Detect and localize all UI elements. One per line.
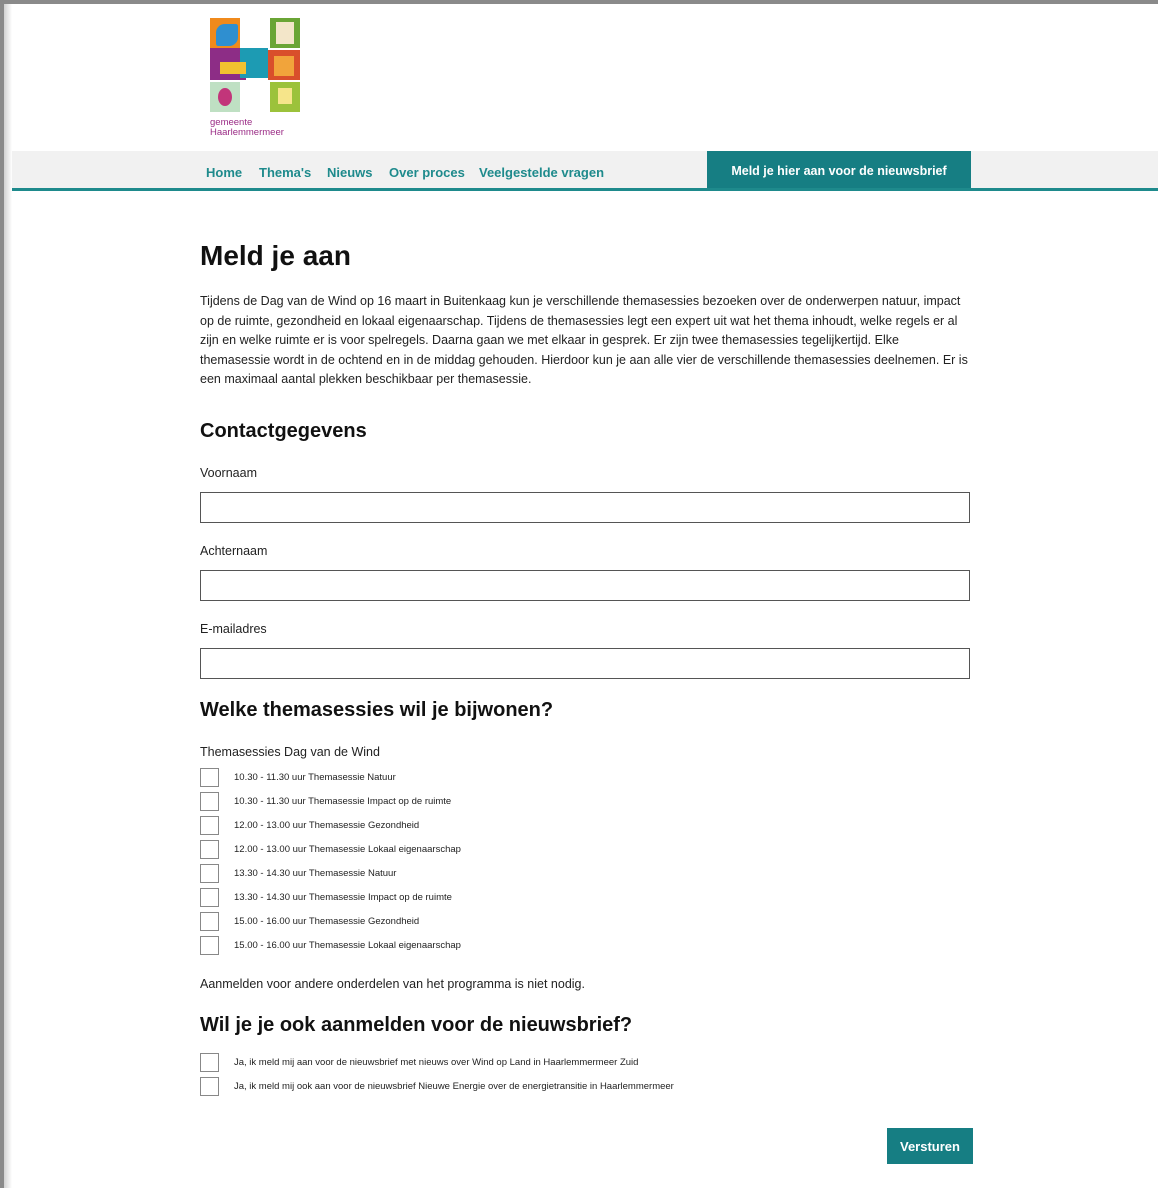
session-option-label: 12.00 - 13.00 uur Themasessie Gezondheid (234, 820, 420, 831)
last-name-input[interactable] (200, 570, 970, 601)
session-checkbox[interactable] (200, 792, 219, 811)
logo-emblem (210, 18, 302, 112)
logo-tile-yellow (220, 62, 246, 74)
first-name-input[interactable] (200, 492, 970, 523)
logo-tile-wheat (274, 56, 294, 76)
email-label: E-mailadres (200, 622, 267, 636)
sessions-group-label: Themasessies Dag van de Wind (200, 745, 380, 759)
nav-item-veelgestelde-vragen[interactable]: Veelgestelde vragen (479, 165, 604, 180)
session-option-label: 12.00 - 13.00 uur Themasessie Lokaal eig… (234, 844, 461, 855)
nav-item-home[interactable]: Home (206, 165, 242, 180)
intro-text: Tijdens de Dag van de Wind op 16 maart i… (200, 294, 968, 386)
session-option-label: 10.30 - 11.30 uur Themasessie Natuur (234, 772, 396, 783)
session-checkbox[interactable] (200, 840, 219, 859)
logo-tile-cream (276, 22, 294, 44)
session-option-label: 15.00 - 16.00 uur Themasessie Lokaal eig… (234, 940, 461, 951)
first-name-label: Voornaam (200, 466, 257, 480)
window-frame-top (0, 0, 1158, 4)
logo-tile-leaf (218, 88, 232, 106)
newsletter-heading: Wil je je ook aanmelden voor de nieuwsbr… (200, 1014, 633, 1036)
logo-text-line2: Haarlemmermeer (210, 127, 284, 138)
newsletter-option-label: Ja, ik meld mij ook aan voor de nieuwsbr… (234, 1081, 674, 1092)
page-title: Meld je aan (200, 240, 351, 271)
session-option-label: 15.00 - 16.00 uur Themasessie Gezondheid (234, 916, 420, 927)
session-option-label: 10.30 - 11.30 uur Themasessie Impact op … (234, 796, 452, 807)
email-input[interactable] (200, 648, 970, 679)
session-checkbox[interactable] (200, 912, 219, 931)
contact-heading: Contactgegevens (200, 420, 367, 442)
submit-button[interactable]: Versturen (887, 1128, 973, 1164)
newsletter-checkbox[interactable] (200, 1077, 219, 1096)
sessions-heading: Welke themasessies wil je bijwonen? (200, 699, 554, 721)
nav-item-themas[interactable]: Thema's (259, 165, 311, 180)
session-option-label: 13.30 - 14.30 uur Themasessie Impact op … (234, 892, 452, 903)
nav-item-over-proces[interactable]: Over proces (389, 165, 465, 180)
newsletter-option-label: Ja, ik meld mij aan voor de nieuwsbrief … (234, 1057, 639, 1068)
sessions-note: Aanmelden voor andere onderdelen van het… (200, 977, 585, 991)
window-shadow (4, 4, 12, 1188)
last-name-label: Achternaam (200, 544, 268, 558)
newsletter-signup-nav-button[interactable]: Meld je hier aan voor de nieuwsbrief (707, 151, 971, 188)
session-checkbox[interactable] (200, 936, 219, 955)
session-checkbox[interactable] (200, 864, 219, 883)
session-checkbox[interactable] (200, 888, 219, 907)
logo-tile-dots (278, 88, 292, 104)
session-checkbox[interactable] (200, 816, 219, 835)
logo-text: gemeente Haarlemmermeer (210, 118, 284, 138)
main-navigation: Home Thema's Nieuws Over proces Veelgest… (12, 151, 1158, 191)
municipality-logo[interactable]: gemeente Haarlemmermeer (210, 18, 305, 144)
session-checkbox[interactable] (200, 768, 219, 787)
logo-tile-blue (216, 24, 238, 46)
nav-item-nieuws[interactable]: Nieuws (327, 165, 373, 180)
session-option-label: 13.30 - 14.30 uur Themasessie Natuur (234, 868, 397, 879)
newsletter-checkbox[interactable] (200, 1053, 219, 1072)
